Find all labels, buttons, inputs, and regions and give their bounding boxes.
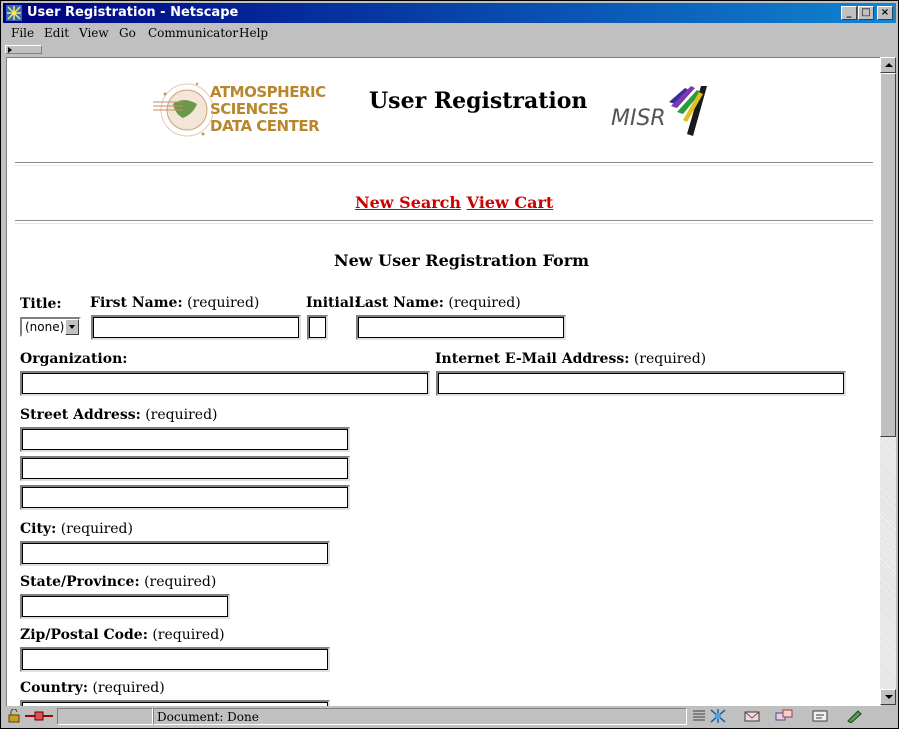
menu-go[interactable]: Go — [119, 26, 136, 40]
progress-area — [57, 708, 153, 725]
misr-logo-text: MISR — [611, 106, 666, 131]
misr-logo[interactable]: MISR — [611, 82, 711, 140]
menu-file[interactable]: File — [11, 26, 34, 40]
title-select[interactable]: (none) — [20, 317, 81, 337]
asdc-logo-line-2: SCIENCES — [210, 100, 289, 118]
pen-icon[interactable] — [845, 709, 863, 723]
toolbar-expand-grip[interactable] — [5, 45, 42, 54]
zip-input[interactable] — [20, 647, 330, 672]
maximize-button[interactable]: □ — [858, 6, 874, 20]
view-cart-link[interactable]: View Cart — [467, 193, 554, 212]
menu-bar: File Edit View Go Communicator Help — [3, 24, 896, 43]
browser-window: User Registration - Netscape _ □ × File … — [0, 0, 899, 729]
menu-view[interactable]: View — [79, 26, 109, 40]
nav-links: New Search View Cart — [355, 193, 553, 212]
page-heading: User Registration — [369, 88, 588, 114]
close-button[interactable]: × — [877, 6, 893, 20]
last-name-label: Last Name: (required) — [355, 295, 521, 311]
city-input[interactable] — [20, 541, 330, 566]
last-name-input[interactable] — [356, 315, 566, 340]
title-bar: User Registration - Netscape _ □ × — [3, 3, 896, 23]
state-label: State/Province: (required) — [20, 574, 217, 590]
zip-label: Zip/Postal Code: (required) — [20, 627, 225, 643]
organization-label: Organization: — [20, 351, 128, 367]
status-bar: Document: Done — [3, 706, 896, 728]
scroll-down-button[interactable] — [880, 689, 896, 705]
minimize-button[interactable]: _ — [841, 6, 857, 20]
initial-label: Initial: — [306, 295, 360, 311]
arrow-down-icon — [885, 695, 893, 699]
asdc-logo-line-3: DATA CENTER — [210, 117, 320, 135]
street-address-input-2[interactable] — [20, 456, 350, 481]
mail-icon[interactable] — [743, 709, 761, 723]
discussions-icon[interactable] — [775, 709, 793, 723]
arrow-up-icon — [885, 63, 893, 67]
street-address-label: Street Address: (required) — [20, 407, 218, 423]
connection-icon — [25, 711, 53, 721]
street-address-input-1[interactable] — [20, 427, 350, 452]
divider-bottom — [15, 220, 873, 224]
form-title: New User Registration Form — [334, 251, 590, 270]
menu-help[interactable]: Help — [239, 26, 268, 40]
vertical-scrollbar[interactable] — [880, 57, 896, 705]
title-label: Title: — [20, 296, 62, 312]
city-label: City: (required) — [20, 521, 133, 537]
first-name-input[interactable] — [91, 315, 301, 340]
street-address-input-3[interactable] — [20, 485, 350, 510]
asdc-logo-line-1: ATMOSPHERIC — [210, 83, 326, 101]
composer-icon[interactable] — [811, 709, 829, 723]
window-title: User Registration - Netscape — [27, 5, 239, 20]
scroll-up-button[interactable] — [880, 57, 896, 73]
navigator-icon[interactable] — [709, 709, 727, 723]
state-input[interactable] — [20, 594, 230, 619]
email-label: Internet E-Mail Address: (required) — [435, 351, 707, 367]
security-lock-icon[interactable] — [5, 709, 23, 723]
email-input[interactable] — [436, 371, 846, 396]
asdc-logo[interactable]: ATMOSPHERIC SCIENCES DATA CENTER — [153, 74, 326, 146]
menu-communicator[interactable]: Communicator — [148, 26, 238, 40]
scroll-thumb[interactable] — [880, 73, 896, 437]
divider-top — [15, 162, 873, 166]
initial-input[interactable] — [307, 315, 328, 340]
component-bar-grip-icon[interactable] — [691, 709, 709, 723]
menu-edit[interactable]: Edit — [44, 26, 69, 40]
netscape-app-icon — [6, 5, 22, 21]
title-select-value: (none) — [25, 320, 65, 334]
status-message-panel: Document: Done — [153, 708, 687, 725]
chevron-down-icon[interactable] — [65, 319, 79, 335]
globe-icon — [153, 82, 214, 137]
country-label: Country: (required) — [20, 680, 165, 696]
first-name-label: First Name: (required) — [90, 295, 260, 311]
organization-input[interactable] — [20, 371, 430, 396]
new-search-link[interactable]: New Search — [355, 193, 461, 212]
page-content: ATMOSPHERIC SCIENCES DATA CENTER User Re… — [6, 57, 881, 706]
status-text: Document: Done — [157, 710, 259, 724]
